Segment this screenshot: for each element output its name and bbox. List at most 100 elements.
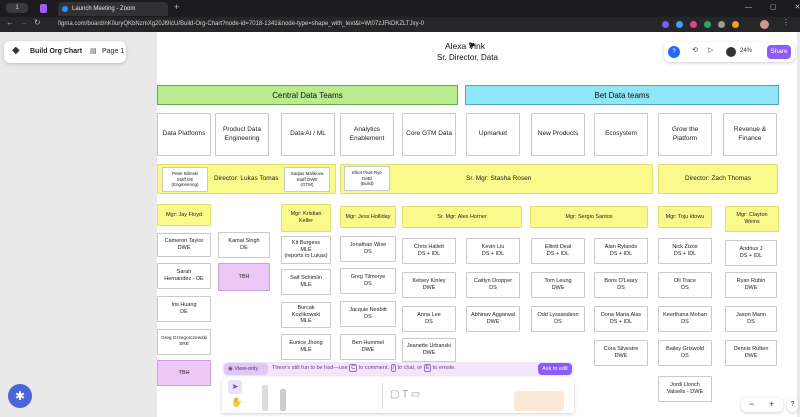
user-badge[interactable]: ?	[668, 46, 680, 58]
extension-icon-1[interactable]	[662, 21, 669, 28]
director-zach: Director: Zach Thomas	[685, 174, 751, 182]
person-card: Dennis Rutten DWE	[725, 340, 777, 366]
key-e: E	[423, 364, 432, 372]
extension-icon-6[interactable]	[732, 21, 739, 28]
zoom-level[interactable]: 24%	[740, 48, 752, 54]
zoom-controls: − +	[741, 398, 783, 412]
person-card: Bailey Griswold DS	[658, 340, 712, 366]
person-card: Kamal Singh DE	[218, 232, 270, 258]
person-card: Kevin Liu DS + IDL	[466, 238, 520, 264]
key-slash: /	[390, 364, 397, 372]
person-card: Oli Trace DS	[658, 272, 712, 298]
reload-icon[interactable]: ↻	[34, 18, 41, 27]
file-name[interactable]: Build Org Chart	[30, 48, 82, 55]
bet-label: Bet Data teams	[594, 90, 650, 100]
browser-tab-bar: 1 Launch Meeting - Zoom + — ▢ ✕	[0, 0, 800, 17]
banner-mid1: to comment,	[358, 365, 389, 371]
avatar[interactable]	[726, 47, 736, 57]
zoom-in-button[interactable]: +	[769, 399, 774, 409]
help-button[interactable]: ?	[787, 398, 798, 412]
tbh-card: TBH	[157, 360, 211, 386]
browser-menu-icon[interactable]: ⋮	[782, 18, 790, 27]
top-right-toolbar: ? ⟲ ▷ 24% Share	[664, 42, 795, 62]
ask-to-edit-button[interactable]: Ask to edit	[538, 363, 572, 375]
dept-data-ai-ml: Data AI / ML	[281, 113, 335, 156]
back-icon[interactable]: ←	[6, 18, 14, 27]
extension-icon-2[interactable]	[676, 21, 683, 28]
person-card: Anna Lee DS	[402, 306, 456, 332]
person-card: Kelsey Kinley DWE	[402, 272, 456, 298]
banner-message: There's still fun to be had—use C to com…	[272, 364, 456, 372]
manager-alex: Sr. Mgr: Alex Horner	[402, 206, 522, 228]
person-card: Jordi Llonch Valsells - DWE	[658, 376, 712, 402]
person-card: Cora Silvestre DWE	[594, 340, 648, 366]
person-card: Burcak Kozlikowski MLE	[281, 302, 331, 328]
forward-icon[interactable]: →	[20, 18, 28, 27]
top-leader-name: Alexa Vink	[445, 41, 486, 51]
tab-zoom-meeting[interactable]: Launch Meeting - Zoom	[58, 2, 168, 16]
person-card: Jeanette Urbanski DWE	[402, 338, 456, 362]
key-c: C	[349, 364, 358, 372]
widget-button[interactable]: ✱	[8, 384, 32, 408]
banner-text: There's still fun to be had—use	[272, 365, 348, 371]
file-panel: ◆ Build Org Chart ▤ Page 1	[4, 41, 126, 63]
person-card: Nick Zizos DS + IDL	[658, 238, 712, 264]
person-card: Caitlyn Dropper DS	[466, 272, 520, 298]
asterisk-icon: ✱	[14, 389, 26, 403]
marker-tool-icon[interactable]	[262, 385, 268, 411]
pen-tool-icon[interactable]	[280, 389, 286, 411]
person-card: Sarah Hernandez - DE	[157, 263, 211, 289]
profile-avatar[interactable]	[760, 20, 769, 29]
person-card: Andrius J DS + IDL	[725, 240, 777, 266]
director-zach-band: Director: Zach Thomas	[658, 164, 778, 194]
hand-tool-icon[interactable]: ✋	[231, 397, 242, 408]
page-name[interactable]: Page 1	[102, 48, 124, 55]
play-icon[interactable]: ▷	[708, 46, 713, 54]
person-card: Elliott Deal DS + IDL	[531, 238, 585, 264]
window-controls-icon[interactable]: — ▢ ✕	[745, 3, 800, 11]
view-only-pill[interactable]: ◉ View-only	[224, 363, 268, 375]
figma-app-icon[interactable]	[40, 4, 47, 13]
sticky-notes-icon[interactable]	[514, 391, 564, 411]
dept-new-products: New Products	[531, 113, 585, 156]
manager-kristian: Mgr: Kristian Keller	[281, 204, 331, 232]
view-only-label: View-only	[234, 366, 259, 372]
person-card: Boris O'Leary DS	[594, 272, 648, 298]
staff-sadjas: Sadjas Malikova Staff DWE (GTM)	[284, 167, 330, 192]
person-card: Saif Schimlin MLE	[281, 269, 331, 295]
tab-title: Launch Meeting - Zoom	[72, 6, 136, 12]
manager-jess: Mgr: Jess Holliday	[340, 206, 396, 228]
person-card: Eunice Jhong MLE	[281, 334, 331, 360]
view-only-banner: ◉ View-only There's still fun to be had—…	[222, 362, 574, 376]
staff-peter: Peter Bilinski Staff DE (Engineering)	[162, 167, 208, 192]
manager-jay: Mgr: Jay Floyd	[157, 204, 211, 226]
person-card: Keerthana Mohan DS	[658, 306, 712, 332]
zoom-out-button[interactable]: −	[749, 399, 754, 409]
person-card: Greg Grzegorczewski SRE	[157, 329, 211, 355]
new-tab-icon[interactable]: +	[174, 2, 179, 12]
cursor-icon: ➤	[468, 40, 477, 51]
tab-badge[interactable]: 1	[6, 3, 28, 13]
page-icon: ▤	[90, 48, 97, 55]
url-field[interactable]: figma.com/board/nK0uryQKbNzmXg20Jl9IcU/B…	[58, 19, 638, 30]
person-card: Abhinav Aggarwal DWE	[466, 306, 520, 332]
help-label: ?	[790, 401, 795, 408]
dept-upmarket: Upmarket	[466, 113, 520, 156]
extension-icon-3[interactable]	[690, 21, 697, 28]
bet-data-teams-header: Bet Data teams	[465, 85, 779, 105]
share-button[interactable]: Share	[767, 45, 791, 59]
activity-icon[interactable]: ⟲	[692, 46, 698, 54]
extension-icon-4[interactable]	[704, 21, 711, 28]
figma-menu-icon[interactable]: ◆	[12, 45, 20, 56]
dept-revenue-finance: Revenue & Finance	[723, 113, 777, 156]
move-tool-icon[interactable]: ➤	[228, 380, 242, 394]
manager-clayton: Mgr: Clayton Weins	[725, 206, 779, 232]
director-lukas: Director: Lukas Tomas	[214, 175, 279, 182]
top-leader-title: Sr. Director, Data	[437, 53, 498, 62]
extension-icon-5[interactable]	[718, 21, 725, 28]
banner-mid2: to chat, or	[397, 365, 423, 371]
staff-elliot: Elliot Pant-Rye DeBl (Build)	[344, 166, 390, 191]
dept-grow-the-platform: Grow the Platform	[658, 113, 712, 156]
zoom-icon	[62, 6, 68, 12]
shape-tools-icon[interactable]: ▢ T ▭	[390, 389, 420, 400]
